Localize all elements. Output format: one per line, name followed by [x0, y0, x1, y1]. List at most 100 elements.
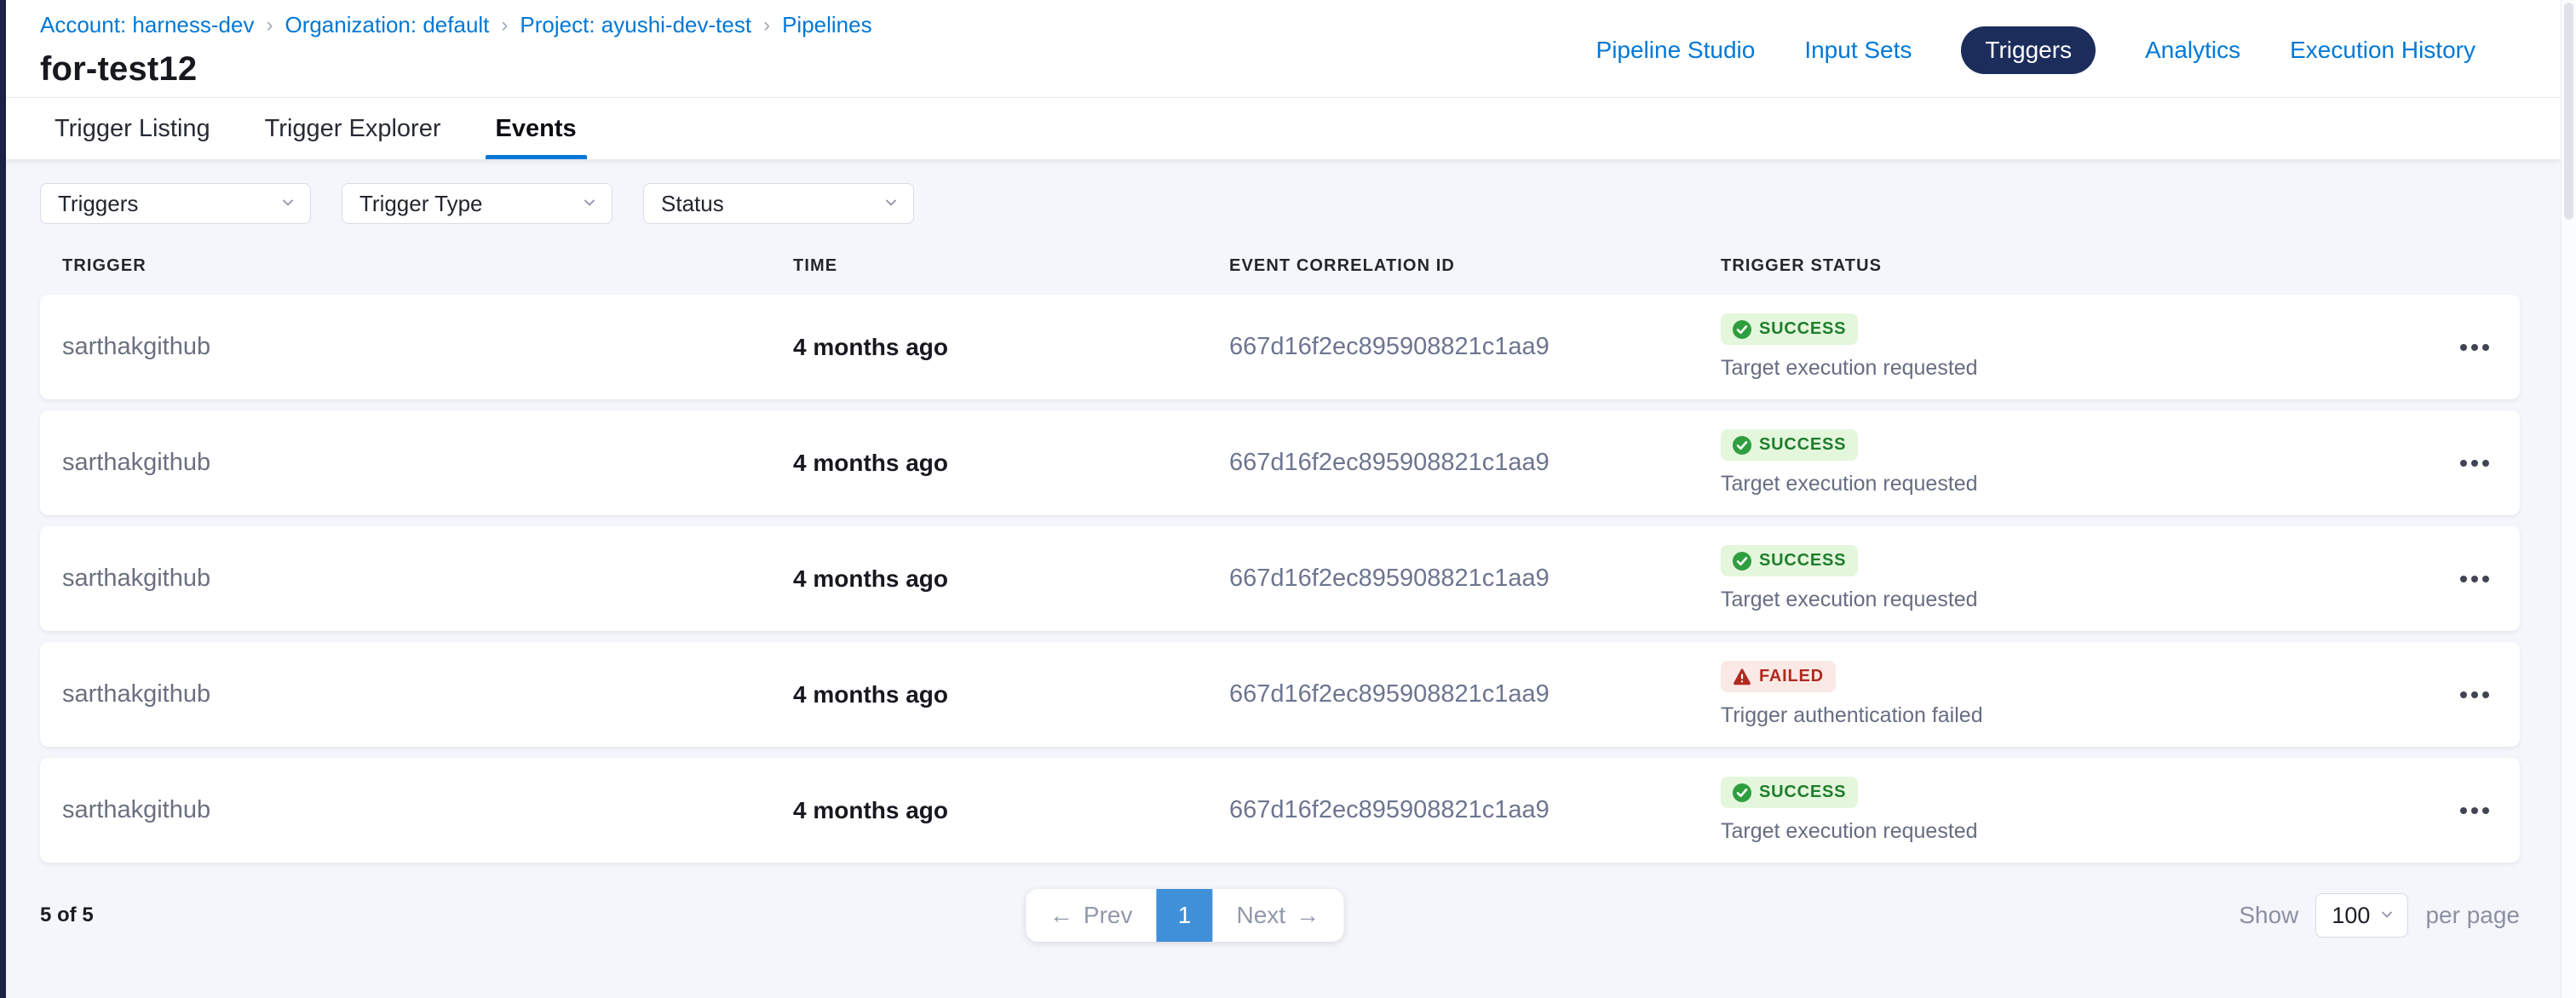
filters-row: Triggers Trigger Type Status [40, 183, 2520, 224]
scrollbar-thumb[interactable] [2564, 3, 2573, 220]
left-edge-nav-strip [0, 0, 6, 998]
per-page-label: per page [2425, 902, 2520, 929]
status-message: Target execution requested [1721, 356, 1978, 381]
event-time: 4 months ago [793, 450, 1229, 477]
event-correlation-id: 667d16f2ec895908821c1aa9 [1229, 449, 1721, 477]
ellipsis-dot [2460, 576, 2467, 582]
chevron-down-icon [2378, 903, 2395, 929]
breadcrumb-link-account[interactable]: Account: harness-dev [40, 12, 254, 38]
ellipsis-dot [2471, 460, 2478, 467]
status-badge-success: SUCCESS [1721, 777, 1858, 808]
pipeline-triggers-page: Account: harness-dev › Organization: defau… [6, 0, 2561, 998]
status-badge-success: SUCCESS [1721, 429, 1858, 461]
event-correlation-id: 667d16f2ec895908821c1aa9 [1229, 680, 1721, 708]
filter-select-triggers[interactable]: Triggers [40, 183, 311, 224]
page-size-value: 100 [2332, 903, 2370, 929]
status-badge-label: SUCCESS [1759, 783, 1846, 802]
event-correlation-id: 667d16f2ec895908821c1aa9 [1229, 565, 1721, 593]
check-circle-icon [1733, 320, 1751, 339]
right-arrow-icon: → [1296, 902, 1320, 929]
event-correlation-id: 667d16f2ec895908821c1aa9 [1229, 796, 1721, 824]
left-arrow-icon: ← [1049, 902, 1073, 929]
next-label: Next [1237, 902, 1286, 929]
status-badge-label: FAILED [1759, 667, 1824, 686]
ellipsis-dot [2460, 460, 2467, 467]
header-left: Account: harness-dev › Organization: defau… [40, 12, 872, 89]
ellipsis-dot [2471, 576, 2478, 582]
ellipsis-dot [2460, 807, 2467, 814]
event-time: 4 months ago [793, 334, 1229, 361]
chevron-right-icon: › [763, 14, 770, 37]
page-size-select[interactable]: 100 [2315, 893, 2408, 938]
column-header-trigger: TRIGGER [62, 256, 793, 276]
filter-select-trigger-type[interactable]: Trigger Type [342, 183, 612, 224]
trigger-status-cell: FAILED Trigger authentication failed [1721, 661, 2412, 728]
pager: ← Prev 1 Next → [1026, 889, 1343, 942]
nav-item-input-sets[interactable]: Input Sets [1804, 37, 1912, 64]
nav-item-pipeline-studio[interactable]: Pipeline Studio [1596, 37, 1756, 64]
chevron-down-icon [883, 191, 900, 217]
page-title: for-test12 [40, 50, 872, 89]
tab-trigger-explorer[interactable]: Trigger Explorer [255, 98, 451, 159]
filter-label: Status [661, 191, 724, 217]
breadcrumb-link-project[interactable]: Project: ayushi-dev-test [520, 12, 751, 38]
events-table-body: sarthakgithub4 months ago667d16f2ec89590… [40, 295, 2520, 863]
nav-item-triggers[interactable]: Triggers [1961, 26, 2096, 74]
event-row: sarthakgithub4 months ago667d16f2ec89590… [40, 526, 2520, 631]
filter-select-status[interactable]: Status [643, 183, 914, 224]
event-row: sarthakgithub4 months ago667d16f2ec89590… [40, 758, 2520, 863]
nav-item-execution-history[interactable]: Execution History [2290, 37, 2475, 64]
events-tab-panel: TriggersTrigger TypeStatus TRIGGERTIMEEV… [6, 159, 2561, 998]
ellipsis-dot [2471, 344, 2478, 351]
event-correlation-id: 667d16f2ec895908821c1aa9 [1229, 333, 1721, 361]
status-message: Trigger authentication failed [1721, 703, 1983, 728]
trigger-status-cell: SUCCESSTarget execution requested [1721, 545, 2412, 612]
column-header-time: TIME [793, 256, 1229, 276]
ellipsis-dot [2482, 460, 2489, 467]
ellipsis-dot [2482, 691, 2489, 698]
ellipsis-dot [2482, 576, 2489, 582]
scrollbar-track[interactable] [2561, 0, 2576, 998]
status-badge-label: SUCCESS [1759, 435, 1846, 455]
ellipsis-dot [2471, 807, 2478, 814]
filter-label: Triggers [58, 191, 138, 217]
ellipsis-dot [2460, 691, 2467, 698]
trigger-status-cell: SUCCESSTarget execution requested [1721, 429, 2412, 496]
ellipsis-dot [2460, 344, 2467, 351]
chevron-right-icon: › [266, 14, 273, 37]
status-badge-success: SUCCESS [1721, 313, 1858, 345]
nav-item-analytics[interactable]: Analytics [2145, 37, 2240, 64]
chevron-down-icon [279, 191, 296, 217]
status-badge-failed: FAILED [1721, 661, 1836, 692]
column-header-trigger-status: TRIGGER STATUS [1721, 256, 2412, 276]
check-circle-icon [1733, 552, 1751, 571]
row-menu-button[interactable] [2455, 680, 2494, 710]
status-badge-label: SUCCESS [1759, 319, 1846, 339]
row-menu-button[interactable] [2455, 448, 2494, 479]
results-count: 5 of 5 [40, 903, 94, 927]
trigger-name: sarthakgithub [62, 449, 793, 477]
breadcrumb-link-pipelines[interactable]: Pipelines [782, 12, 872, 38]
trigger-status-cell: SUCCESSTarget execution requested [1721, 777, 2412, 844]
warning-triangle-icon [1733, 668, 1751, 686]
tab-bar: Trigger Listing Trigger Explorer Events [6, 97, 2561, 159]
prev-page-button[interactable]: ← Prev [1026, 889, 1157, 942]
row-menu-button[interactable] [2455, 564, 2494, 594]
next-page-button[interactable]: Next → [1213, 889, 1344, 942]
row-menu-button[interactable] [2455, 332, 2494, 363]
trigger-name: sarthakgithub [62, 680, 793, 708]
trigger-name: sarthakgithub [62, 333, 793, 361]
page-header: Account: harness-dev › Organization: defau… [6, 0, 2561, 97]
pagination-bar: 5 of 5 ← Prev 1 Next → Show 100 [40, 888, 2520, 943]
row-menu-button[interactable] [2455, 795, 2494, 826]
page-number-button[interactable]: 1 [1157, 889, 1213, 942]
tab-events[interactable]: Events [486, 98, 587, 159]
event-time: 4 months ago [793, 797, 1229, 824]
tab-trigger-listing[interactable]: Trigger Listing [44, 98, 221, 159]
page-size-control: Show 100 per page [2239, 893, 2520, 938]
breadcrumb-link-organization[interactable]: Organization: default [285, 12, 489, 38]
prev-label: Prev [1084, 902, 1133, 929]
status-message: Target execution requested [1721, 588, 1978, 612]
check-circle-icon [1733, 436, 1751, 455]
trigger-name: sarthakgithub [62, 565, 793, 593]
